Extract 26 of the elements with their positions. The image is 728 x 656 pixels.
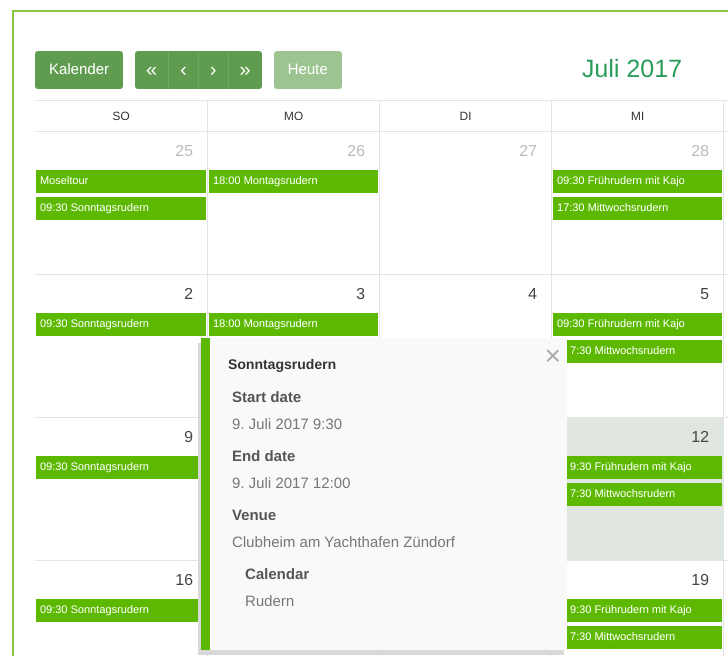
field-label: Calendar bbox=[244, 565, 310, 585]
day-number: 26 bbox=[347, 143, 365, 160]
weekday-header: MO bbox=[207, 100, 379, 132]
field-value: 9. Juli 2017 9:30 bbox=[231, 414, 344, 434]
day-number: 28 bbox=[691, 143, 709, 160]
field-value: Clubheim am Yachthafen Zündorf bbox=[231, 532, 456, 552]
day-number: 25 bbox=[175, 143, 193, 160]
field-value: Rudern bbox=[244, 592, 296, 612]
field-label: Venue bbox=[231, 506, 278, 526]
field-label: Start date bbox=[231, 388, 302, 408]
day-number: 3 bbox=[356, 286, 365, 303]
day-number: 19 bbox=[691, 572, 709, 589]
day-number: 2 bbox=[184, 286, 193, 303]
day-number: 12 bbox=[691, 429, 709, 446]
day-number: 27 bbox=[519, 143, 537, 160]
weekday-header: MI bbox=[551, 100, 723, 132]
weekday-header: DI bbox=[379, 100, 551, 132]
day-number: 5 bbox=[700, 286, 709, 303]
day-number: 9 bbox=[184, 429, 193, 446]
field-value: 9. Juli 2017 12:00 bbox=[231, 474, 352, 494]
popup-title: Sonntagsrudern bbox=[228, 355, 338, 374]
month-title: Juli 2017 bbox=[582, 54, 682, 86]
day-number: 4 bbox=[528, 286, 537, 303]
weekday-header: SO bbox=[35, 100, 207, 132]
day-number: 16 bbox=[175, 572, 193, 589]
field-label: End date bbox=[231, 447, 296, 467]
